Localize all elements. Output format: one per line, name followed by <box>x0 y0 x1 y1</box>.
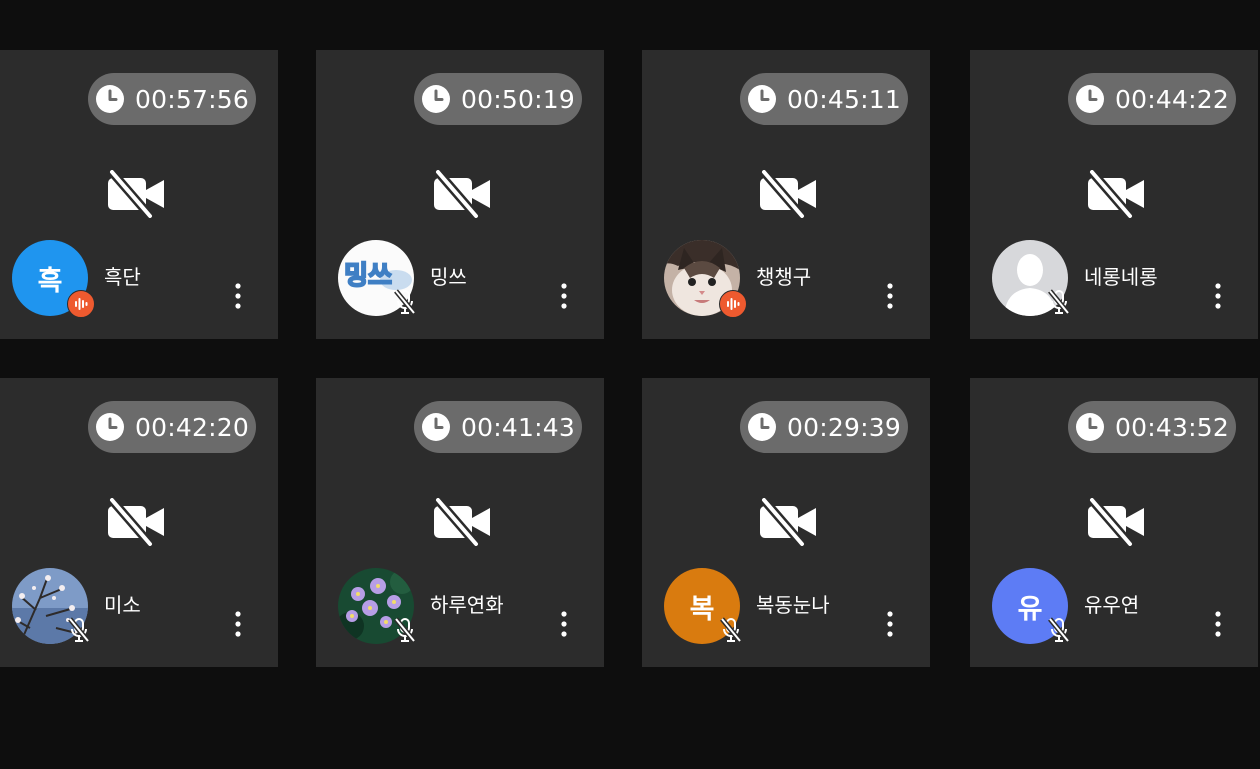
participant-name: 하루연화 <box>430 593 504 617</box>
duration-badge: 00:44:22 <box>1068 73 1236 125</box>
more-vertical-icon[interactable] <box>560 610 568 638</box>
svg-text:밍쓰: 밍쓰 <box>344 261 392 291</box>
participant-name: 네롱네롱 <box>1084 265 1158 289</box>
participant-tile[interactable]: 00:44:22 네롱네롱 <box>970 50 1258 339</box>
audio-level-icon <box>67 290 95 318</box>
more-vertical-icon[interactable] <box>234 610 242 638</box>
video-off-icon <box>1084 495 1148 549</box>
avatar-initial: 복 <box>689 593 715 625</box>
mic-off-icon <box>1047 288 1071 316</box>
participant-name: 복동눈나 <box>756 593 830 617</box>
mic-off-icon <box>1047 616 1071 644</box>
avatar-initial: 흑 <box>37 265 63 297</box>
video-off-icon <box>430 495 494 549</box>
clock-icon <box>421 84 451 114</box>
duration-text: 00:44:22 <box>1115 84 1229 114</box>
mic-off-icon <box>393 616 417 644</box>
participant-tile[interactable]: 00:42:20 미소 <box>0 378 278 667</box>
video-off-icon <box>1084 167 1148 221</box>
duration-badge: 00:57:56 <box>88 73 256 125</box>
video-off-icon <box>104 167 168 221</box>
duration-text: 00:29:39 <box>787 412 901 442</box>
mic-off-icon <box>393 288 417 316</box>
audio-level-icon <box>719 290 747 318</box>
participant-tile[interactable]: 00:50:19 밍쓰 밍쓰 <box>316 50 604 339</box>
duration-badge: 00:45:11 <box>740 73 908 125</box>
more-vertical-icon[interactable] <box>886 610 894 638</box>
clock-icon <box>1075 84 1105 114</box>
more-vertical-icon[interactable] <box>1214 610 1222 638</box>
duration-text: 00:57:56 <box>135 84 249 114</box>
duration-text: 00:43:52 <box>1115 412 1229 442</box>
clock-icon <box>95 84 125 114</box>
video-off-icon <box>104 495 168 549</box>
duration-text: 00:41:43 <box>461 412 575 442</box>
duration-badge: 00:41:43 <box>414 401 582 453</box>
clock-icon <box>747 84 777 114</box>
participant-tile[interactable]: 00:29:39 복 복동눈나 <box>642 378 930 667</box>
duration-badge: 00:43:52 <box>1068 401 1236 453</box>
participant-name: 챙챙구 <box>756 265 812 289</box>
clock-icon <box>747 412 777 442</box>
participant-name: 미소 <box>104 593 141 617</box>
participant-name: 유우연 <box>1084 593 1140 617</box>
mic-off-icon <box>719 616 743 644</box>
clock-icon <box>421 412 451 442</box>
clock-icon <box>95 412 125 442</box>
more-vertical-icon[interactable] <box>234 282 242 310</box>
duration-text: 00:42:20 <box>135 412 249 442</box>
duration-badge: 00:42:20 <box>88 401 256 453</box>
more-vertical-icon[interactable] <box>560 282 568 310</box>
participant-name: 흑단 <box>104 265 141 289</box>
clock-icon <box>1075 412 1105 442</box>
video-off-icon <box>756 167 820 221</box>
duration-badge: 00:29:39 <box>740 401 908 453</box>
duration-text: 00:50:19 <box>461 84 575 114</box>
video-off-icon <box>430 167 494 221</box>
participant-tile[interactable]: 00:43:52 유 유우연 <box>970 378 1258 667</box>
participant-tile[interactable]: 00:41:43 하루연화 <box>316 378 604 667</box>
duration-badge: 00:50:19 <box>414 73 582 125</box>
mic-off-icon <box>67 616 91 644</box>
video-off-icon <box>756 495 820 549</box>
avatar-initial: 유 <box>1017 593 1043 625</box>
duration-text: 00:45:11 <box>787 84 901 114</box>
more-vertical-icon[interactable] <box>1214 282 1222 310</box>
participant-tile[interactable]: 00:57:56 흑 흑단 <box>0 50 278 339</box>
participant-tile[interactable]: 00:45:11 챙챙구 <box>642 50 930 339</box>
more-vertical-icon[interactable] <box>886 282 894 310</box>
participant-name: 밍쓰 <box>430 265 467 289</box>
